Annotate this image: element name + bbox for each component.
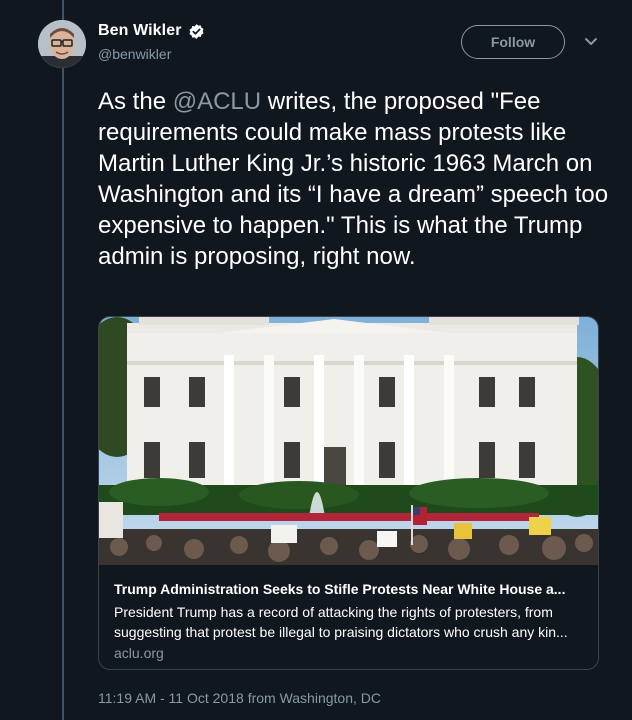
tweet-timestamp[interactable]: 11:19 AM - 11 Oct 2018 — [98, 690, 244, 706]
avatar[interactable] — [38, 20, 86, 68]
follow-button[interactable]: Follow — [461, 25, 565, 59]
card-image[interactable] — [99, 317, 598, 565]
verified-badge-icon — [189, 23, 204, 39]
from-label: from — [247, 690, 276, 706]
chevron-down-icon[interactable] — [583, 36, 599, 48]
tweet-location[interactable]: Washington, DC — [280, 690, 381, 706]
card-domain: aclu.org — [114, 645, 164, 661]
avatar-image — [38, 20, 86, 68]
card-text: Trump Administration Seeks to Stifle Pro… — [114, 580, 589, 661]
tweet-text-before: As the — [98, 88, 173, 115]
author-name-row[interactable]: Ben Wikler — [98, 22, 205, 40]
timestamp-row: 11:19 AM - 11 Oct 2018 from Washington, … — [98, 690, 381, 706]
card-title[interactable]: Trump Administration Seeks to Stifle Pro… — [114, 580, 589, 598]
tweet-text: As the @ACLU writes, the proposed "Fee r… — [98, 86, 610, 272]
tweet: Ben Wikler @benwikler Follow As the @ACL… — [0, 0, 632, 720]
author-display-name[interactable]: Ben Wikler — [98, 22, 182, 40]
card-description: President Trump has a record of attackin… — [114, 604, 568, 640]
author-handle[interactable]: @benwikler — [98, 46, 171, 62]
mention-link[interactable]: @ACLU — [173, 88, 261, 115]
tweet-text-after: writes, the proposed "Fee requirements c… — [98, 88, 609, 270]
link-card[interactable]: Trump Administration Seeks to Stifle Pro… — [98, 316, 599, 670]
